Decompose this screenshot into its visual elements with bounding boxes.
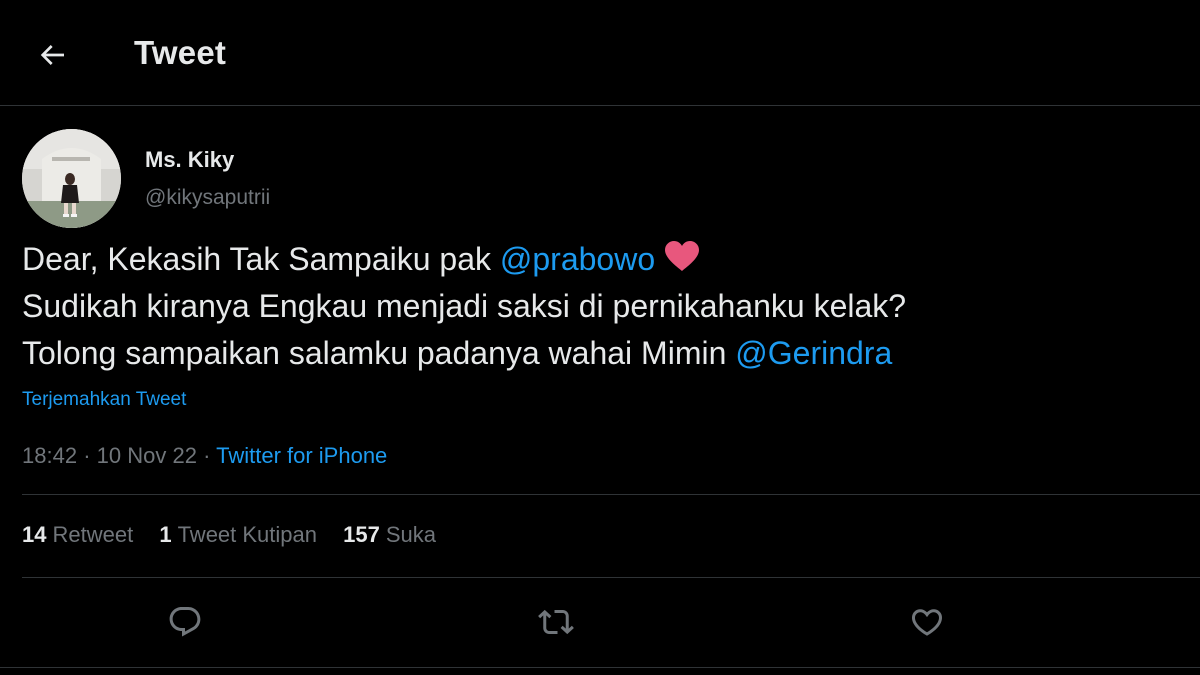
- translate-tweet-link[interactable]: Terjemahkan Tweet: [22, 389, 186, 411]
- tweet-line: Sudikah kiranya Engkau menjadi saksi di …: [22, 288, 907, 324]
- mention-link-gerindra[interactable]: @Gerindra: [735, 335, 892, 371]
- quote-tweet-count[interactable]: 1 Tweet Kutipan: [159, 522, 317, 548]
- tweet-meta: 18:42 · 10 Nov 22 · Twitter for iPhone: [22, 443, 387, 469]
- divider: [0, 667, 1200, 668]
- back-button[interactable]: [30, 33, 74, 77]
- avatar[interactable]: [22, 129, 121, 228]
- tweet-stats: 14 Retweet 1 Tweet Kutipan 157 Suka: [22, 522, 456, 548]
- like-icon: [911, 609, 943, 636]
- tweet-text-segment: Tolong sampaikan salamku padanya wahai M…: [22, 335, 736, 371]
- author-handle[interactable]: @kikysaputrii: [145, 186, 270, 210]
- reply-icon: [169, 607, 201, 637]
- author-name[interactable]: Ms. Kiky: [145, 147, 234, 173]
- tweet-time[interactable]: 18:42: [22, 443, 77, 468]
- stat-number: 14: [22, 522, 47, 547]
- tweet-date[interactable]: 10 Nov 22: [97, 443, 197, 468]
- profile-photo: [22, 129, 121, 228]
- page-title: Tweet: [134, 34, 227, 71]
- stat-number: 157: [343, 522, 380, 547]
- tweet-source-link[interactable]: Twitter for iPhone: [216, 443, 387, 468]
- stat-number: 1: [159, 522, 172, 547]
- tweet-line: Tolong sampaikan salamku padanya wahai M…: [22, 330, 1182, 377]
- like-button[interactable]: [907, 602, 947, 642]
- arrow-left-icon: [40, 45, 64, 65]
- like-count[interactable]: 157 Suka: [343, 522, 436, 548]
- tweet-line: Dear, Kekasih Tak Sampaiku pak @prabowo: [22, 236, 1182, 283]
- meta-separator: ·: [203, 443, 211, 468]
- stat-label: Suka: [385, 522, 437, 547]
- heart-emoji-icon: [663, 240, 701, 272]
- divider: [22, 577, 1200, 578]
- meta-separator: ·: [83, 443, 91, 468]
- reply-button[interactable]: [165, 602, 205, 642]
- retweet-button[interactable]: [536, 602, 576, 642]
- tweet-text-segment: Dear, Kekasih Tak Sampaiku pak: [22, 241, 500, 277]
- tweet-text: Dear, Kekasih Tak Sampaiku pak @prabowo …: [22, 236, 1182, 377]
- divider: [22, 494, 1200, 495]
- stat-label: Retweet: [52, 522, 134, 547]
- top-bar: Tweet: [0, 0, 1200, 106]
- retweet-count[interactable]: 14 Retweet: [22, 522, 133, 548]
- retweet-icon: [538, 609, 574, 635]
- stat-label: Tweet Kutipan: [177, 522, 318, 547]
- mention-link-prabowo[interactable]: @prabowo: [500, 241, 655, 277]
